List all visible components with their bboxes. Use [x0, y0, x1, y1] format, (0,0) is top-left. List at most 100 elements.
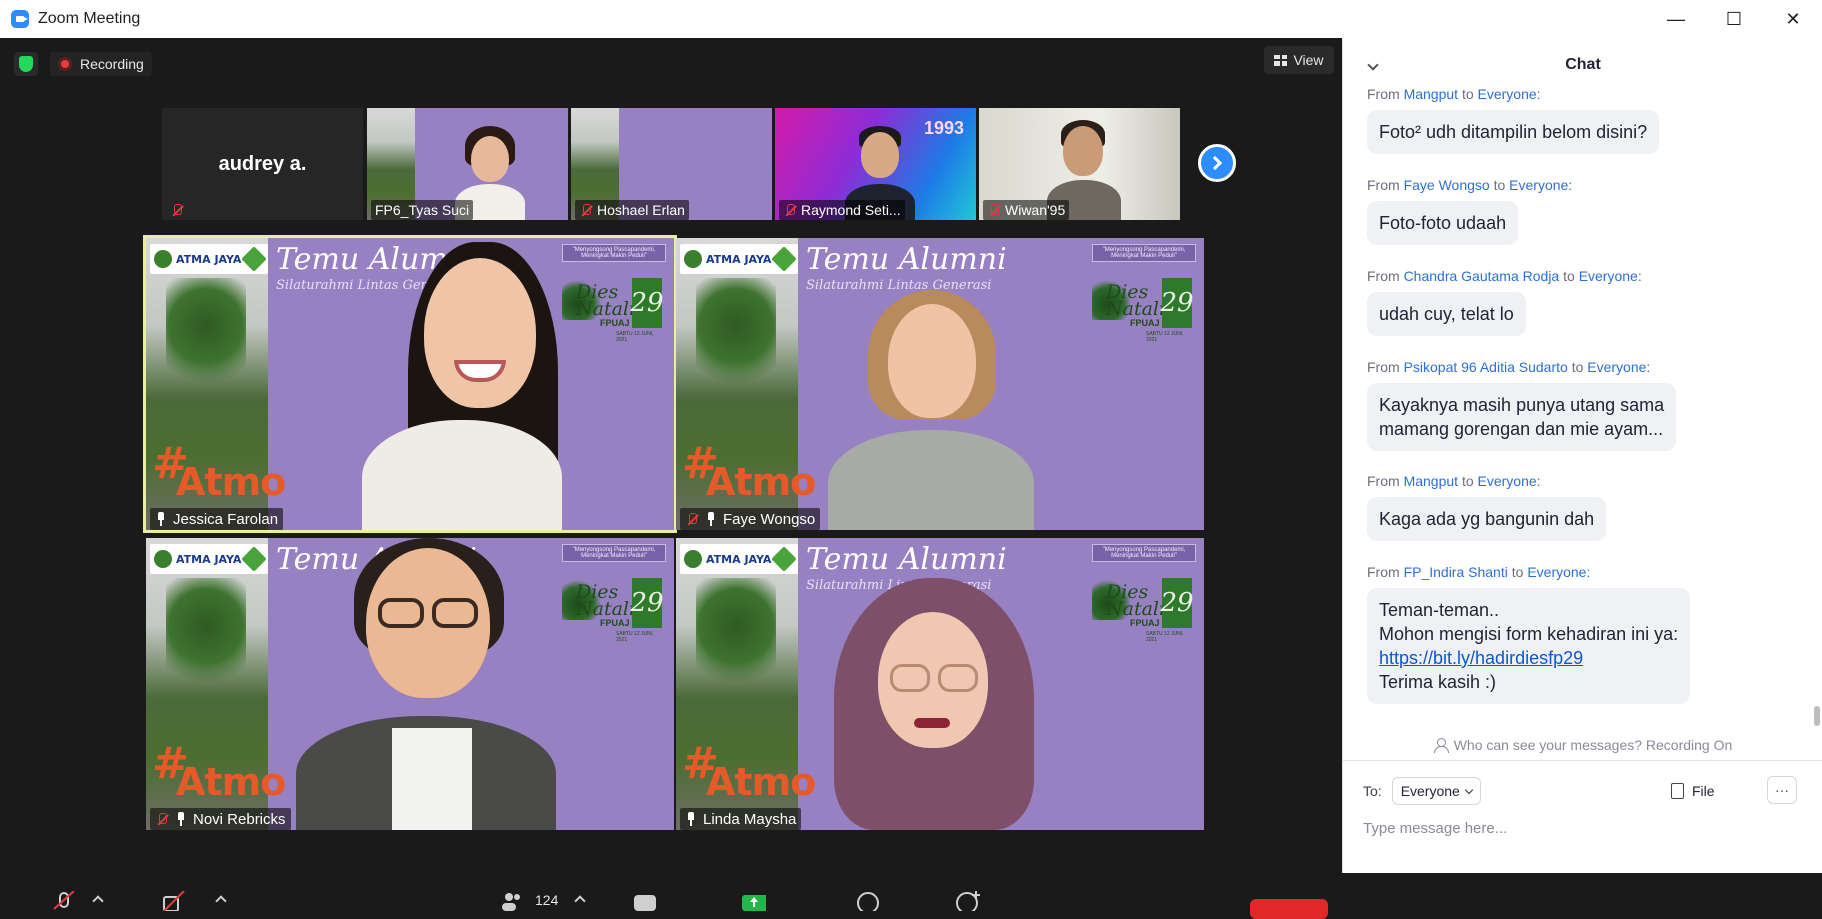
participant-label: Faye Wongso [680, 508, 821, 530]
year-decoration: 1993 [923, 118, 964, 138]
minimize-button[interactable]: — [1647, 0, 1705, 38]
banner-title: Temu Alumni [806, 542, 1007, 577]
muted-mic-icon [685, 512, 699, 526]
pin-icon [175, 812, 187, 826]
university-logo: ATMA JAYA [680, 544, 798, 574]
participant-label: Hoshael Erlan [575, 200, 689, 220]
pin-icon [155, 512, 167, 526]
muted-mic-icon [783, 203, 797, 217]
recipient-row: To: Everyone File ··· [1363, 776, 1813, 806]
participant-name: Novi Rebricks [193, 810, 286, 828]
record-icon[interactable] [856, 891, 880, 911]
video-options-chevron-icon[interactable] [215, 895, 227, 907]
participant-label: Jessica Farolan [150, 508, 284, 530]
participant-label: Wiwan'95 [983, 200, 1070, 220]
to-label: To: [1363, 783, 1382, 799]
muted-mic-icon [155, 812, 169, 826]
chat-message: From Faye Wongso to Everyone: Foto-foto … [1367, 177, 1572, 245]
mute-mic-icon[interactable] [52, 891, 76, 911]
message-bubble: Kayaknya masih punya utang sama mamang go… [1367, 383, 1677, 451]
chevron-right-icon [1207, 155, 1223, 171]
close-button[interactable]: ✕ [1764, 0, 1822, 38]
encryption-shield-icon[interactable] [14, 52, 38, 76]
divider [1343, 760, 1822, 761]
chat-title: Chat [1565, 56, 1601, 73]
participant-label: Raymond Seti... [779, 200, 905, 220]
participant-name: Hoshael Erlan [597, 202, 685, 218]
zoom-logo-icon [11, 10, 29, 28]
file-button[interactable]: File [1671, 776, 1715, 806]
banner-title: Temu Alumni [806, 242, 1007, 277]
filmstrip-tile[interactable]: Wiwan'95 [979, 108, 1180, 220]
grid-view-icon [1274, 54, 1288, 66]
participant-name: audrey a. [218, 152, 307, 175]
muted-mic-icon [579, 203, 593, 217]
reactions-icon[interactable] [956, 891, 980, 911]
participant-name: Linda Maysha [703, 810, 797, 828]
message-bubble: Foto-foto udaah [1367, 201, 1519, 245]
chat-message: From Mangput to Everyone: Foto² udh dita… [1367, 86, 1660, 154]
person-icon [1433, 738, 1449, 753]
dies-natalis-badge: Dies Natalis 29 FPUAJ SABTU 12 JUNI, 202… [1092, 274, 1194, 343]
end-meeting-button[interactable] [1250, 899, 1328, 919]
participant-name: Raymond Seti... [801, 202, 901, 218]
record-dot-icon [58, 57, 72, 71]
university-logo: ATMA JAYA [680, 244, 798, 274]
banner-quote: "Menyongsong Pascapandemi, Meningkat Mak… [1092, 544, 1196, 562]
video-area: Recording View audrey a. FP6_Tyas Suci H… [0, 38, 1342, 919]
participant-name: Jessica Farolan [173, 510, 279, 528]
chat-icon[interactable] [633, 891, 657, 911]
participant-label: FP6_Tyas Suci [371, 200, 474, 220]
participant-name: Faye Wongso [723, 510, 816, 528]
video-tile-active[interactable]: # Atmo ATMA JAYA Temu Alumni Silaturahmi … [143, 235, 677, 533]
pin-icon [705, 512, 717, 526]
maximize-button[interactable]: ☐ [1705, 0, 1763, 38]
title-bar: Zoom Meeting — ☐ ✕ [0, 0, 1822, 38]
video-tile[interactable]: # Atmo ATMA JAYA Temu Alumni Silaturahmi … [676, 238, 1204, 530]
chat-message: From Mangput to Everyone: Kaga ada yg ba… [1367, 473, 1607, 541]
participants-icon[interactable] [500, 891, 524, 911]
dies-natalis-badge: Dies Natalis 29 FPUAJ SABTU 12 JUNI, 202… [1092, 574, 1194, 643]
next-page-button[interactable] [1198, 144, 1236, 182]
window-title: Zoom Meeting [38, 10, 141, 27]
university-logo: ATMA JAYA [150, 244, 268, 274]
dies-natalis-badge: Dies Natalis 29 FPUAJ SABTU 12 JUNI, 202… [562, 574, 664, 643]
participant-label: Novi Rebricks [150, 808, 291, 830]
video-tile[interactable]: # Atmo ATMA JAYA Temu Alumni Silaturahmi … [676, 538, 1204, 830]
chat-message: From Psikopat 96 Aditia Sudarto to Every… [1367, 359, 1677, 451]
chat-panel: Chat From Mangput to Everyone: Foto² udh… [1342, 38, 1822, 873]
chat-header: Chat [1343, 38, 1822, 92]
message-bubble: Foto² udh ditampilin belom disini? [1367, 110, 1660, 154]
recording-indicator[interactable]: Recording [50, 52, 152, 76]
chat-messages[interactable]: From Mangput to Everyone: Foto² udh dita… [1343, 86, 1813, 756]
view-button[interactable]: View [1264, 46, 1334, 74]
chat-message: From FP_Indira Shanti to Everyone: Teman… [1367, 564, 1691, 704]
message-bubble: Kaga ada yg bangunin dah [1367, 497, 1607, 541]
recipient-select[interactable]: Everyone [1391, 777, 1481, 805]
filmstrip-tile[interactable]: FP6_Tyas Suci [367, 108, 568, 220]
participants-count: 124 [535, 892, 559, 908]
video-tile[interactable]: #Atmo ATMA JAYA Temu Alumni "Menyongsong… [146, 538, 674, 830]
share-screen-icon[interactable] [742, 891, 766, 911]
mic-options-chevron-icon[interactable] [92, 895, 104, 907]
privacy-notice[interactable]: Who can see your messages? Recording On [1343, 732, 1822, 758]
filmstrip-tile[interactable]: Hoshael Erlan [571, 108, 772, 220]
chevron-down-icon[interactable] [1367, 59, 1379, 71]
participant-name: FP6_Tyas Suci [375, 202, 470, 218]
message-input[interactable] [1363, 814, 1803, 842]
status-row: Recording [14, 52, 152, 76]
form-link[interactable]: https://bit.ly/hadirdiesfp29 [1379, 648, 1583, 668]
participant-name: Wiwan'95 [1005, 202, 1066, 218]
filmstrip-tile[interactable]: audrey a. [162, 108, 363, 220]
message-bubble: udah cuy, telat lo [1367, 292, 1526, 336]
banner-quote: "Menyongsong Pascapandemi, Meningkat Mak… [562, 544, 666, 562]
muted-mic-icon [170, 203, 184, 217]
filmstrip-tile[interactable]: 1993 Raymond Seti... [775, 108, 976, 220]
more-options-button[interactable]: ··· [1767, 776, 1797, 804]
participants-options-chevron-icon[interactable] [574, 895, 586, 907]
stop-video-icon[interactable] [162, 891, 186, 911]
chat-scrollbar[interactable] [1813, 86, 1821, 756]
chat-message: From Chandra Gautama Rodja to Everyone: … [1367, 268, 1642, 336]
view-label: View [1293, 52, 1324, 68]
participant-label [166, 200, 188, 220]
